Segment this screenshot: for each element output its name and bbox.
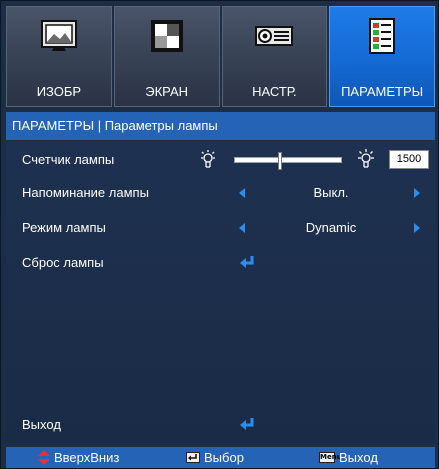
tab-label: ИЗОБР [36, 84, 82, 99]
lamp-reminder-label: Напоминание лампы [22, 185, 149, 200]
tab-bar: ИЗОБР ЭКРАН НАСТР. ПАРАМЕТРЫ [6, 6, 435, 107]
lamp-reset-row[interactable]: Сброс лампы [6, 252, 435, 274]
lamp-hours-row[interactable]: Счетчик лампы 1500 [6, 149, 435, 171]
lamp-high-icon [358, 149, 374, 168]
enter-icon[interactable] [238, 416, 256, 432]
hint-updown-label: ВверхВниз [54, 450, 120, 465]
hint-select: Выбор [186, 450, 244, 465]
tab-label: ЭКРАН [145, 84, 189, 99]
tab-picture[interactable]: ИЗОБР [6, 6, 112, 107]
tab-screen[interactable]: ЭКРАН [113, 6, 220, 107]
menu-key-icon: Menu [319, 452, 342, 463]
lamp-mode-value: Dynamic [305, 220, 357, 235]
hint-exit: Menu Выход [319, 450, 378, 465]
tab-options[interactable]: ПАРАМЕТРЫ [329, 6, 435, 107]
lamp-mode-label: Режим лампы [22, 220, 106, 235]
arrow-right-icon[interactable] [414, 223, 420, 233]
arrow-right-icon[interactable] [414, 188, 420, 198]
tab-label: ПАРАМЕТРЫ [341, 84, 424, 99]
page-title: ПАРАМЕТРЫ | Параметры лампы [6, 112, 435, 140]
arrow-left-icon[interactable] [239, 188, 245, 198]
lamp-low-icon [201, 150, 215, 168]
hint-updown: ВверхВниз [38, 450, 119, 465]
slider-handle[interactable] [278, 152, 282, 170]
up-down-arrows-icon [38, 450, 50, 465]
exit-label: Выход [22, 417, 61, 432]
lamp-hours-slider[interactable] [234, 152, 342, 170]
footer-hints: ВверхВниз Выбор Menu Выход [6, 447, 435, 468]
tab-label: НАСТР. [252, 84, 297, 99]
lamp-reminder-row[interactable]: Напоминание лампы Выкл. [6, 182, 435, 204]
tab-settings[interactable]: НАСТР. [221, 6, 328, 107]
osd-menu: ИЗОБР ЭКРАН НАСТР. ПАРАМЕТРЫ ПАРАМЕТРЫ |… [0, 0, 439, 469]
arrow-left-icon[interactable] [239, 223, 245, 233]
enter-icon[interactable] [238, 254, 256, 270]
screen-icon [150, 20, 183, 52]
lamp-hours-value: 1500 [389, 150, 429, 169]
lamp-reset-label: Сброс лампы [22, 255, 104, 270]
settings-panel: Счетчик лампы 1500 Напоминание лампы Вык… [6, 141, 435, 443]
lamp-reminder-value: Выкл. [313, 185, 349, 200]
picture-icon [40, 20, 77, 51]
options-icon [369, 18, 396, 54]
lamp-hours-label: Счетчик лампы [22, 152, 115, 167]
projector-icon [255, 26, 294, 46]
enter-key-icon [186, 452, 200, 463]
exit-row[interactable]: Выход [6, 414, 435, 436]
hint-exit-label: Выход [339, 450, 378, 465]
hint-select-label: Выбор [204, 450, 244, 465]
lamp-mode-row[interactable]: Режим лампы Dynamic [6, 217, 435, 239]
